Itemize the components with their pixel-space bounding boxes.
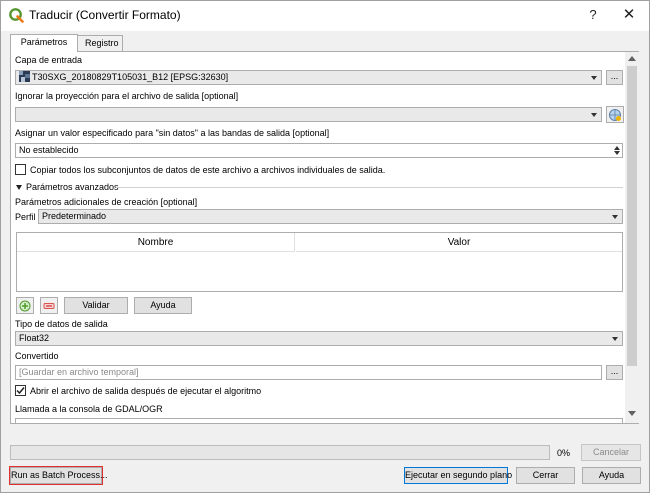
tab-parametros[interactable]: Parámetros <box>10 34 78 52</box>
remove-row-button[interactable] <box>40 297 58 314</box>
gdal-console-textbox[interactable] <box>15 418 623 423</box>
table-help-button[interactable]: Ayuda <box>134 297 192 314</box>
progress-bar <box>10 445 550 460</box>
help-button[interactable]: Ayuda <box>582 467 641 484</box>
creation-options-table[interactable]: Nombre Valor <box>16 232 623 292</box>
scroll-up-icon[interactable] <box>628 56 636 61</box>
close-button[interactable]: Cerrar <box>516 467 575 484</box>
close-title-button[interactable]: ✕ <box>617 4 641 26</box>
title-bar: Traducir (Convertir Formato) ? ✕ <box>1 1 649 31</box>
parameters-scroll-area: Capa de entrada T30SXG_20180829T105031_B… <box>11 52 625 423</box>
checkmark-icon <box>16 387 25 395</box>
output-type-value: Float32 <box>19 333 50 343</box>
tab-registro[interactable]: Registro <box>77 35 123 51</box>
output-type-select[interactable]: Float32 <box>15 331 623 346</box>
profile-label: Perfil <box>15 212 36 222</box>
raster-layer-icon <box>19 71 30 82</box>
table-header-value[interactable]: Valor <box>296 233 622 252</box>
chevron-down-icon <box>591 76 597 80</box>
ignore-projection-label: Ignorar la proyección para el archivo de… <box>15 91 239 101</box>
profile-value: Predeterminado <box>42 211 107 221</box>
input-layer-label: Capa de entrada <box>15 55 83 65</box>
input-layer-value: T30SXG_20180829T105031_B12 [EPSG:32630] <box>32 72 229 82</box>
cancel-button[interactable]: Cancelar <box>581 444 641 461</box>
spin-arrows-icon <box>613 145 620 157</box>
scrollbar-thumb[interactable] <box>627 66 637 366</box>
help-title-button[interactable]: ? <box>581 4 605 26</box>
add-icon <box>19 300 31 312</box>
copy-subdatasets-label: Copiar todos los subconjuntos de datos d… <box>30 165 386 175</box>
input-layer-browse-button[interactable]: ... <box>606 70 623 85</box>
converted-browse-button[interactable]: ... <box>606 365 623 380</box>
gdal-console-label: Llamada a la consola de GDAL/OGR <box>15 404 163 414</box>
converted-label: Convertido <box>15 351 59 361</box>
table-header-name[interactable]: Nombre <box>17 233 295 252</box>
converted-output-input[interactable]: [Guardar en archivo temporal] <box>15 365 602 380</box>
add-row-button[interactable] <box>16 297 34 314</box>
scroll-down-icon[interactable] <box>628 411 636 416</box>
remove-icon <box>43 303 55 309</box>
creation-options-label: Parámetros adicionales de creación [opti… <box>15 197 198 207</box>
section-divider <box>116 187 623 188</box>
open-output-label: Abrir el archivo de salida después de ej… <box>30 386 262 396</box>
parameters-panel: Capa de entrada T30SXG_20180829T105031_B… <box>10 51 639 424</box>
advanced-parameters-toggle[interactable]: Parámetros avanzados <box>26 182 119 192</box>
nodata-spinbox[interactable]: No establecido <box>15 143 623 158</box>
dialog-window: Traducir (Convertir Formato) ? ✕ Parámet… <box>0 0 650 493</box>
progress-percent: 0% <box>557 448 571 458</box>
chevron-down-icon <box>591 113 597 117</box>
open-output-checkbox[interactable] <box>15 385 26 396</box>
collapse-arrow-icon[interactable] <box>16 185 22 190</box>
validate-button[interactable]: Validar <box>64 297 128 314</box>
chevron-down-icon <box>612 215 618 219</box>
run-background-button[interactable]: Ejecutar en segundo plano <box>404 467 512 484</box>
nodata-label: Asignar un valor especificado para "sin … <box>15 128 330 138</box>
vertical-scrollbar[interactable] <box>625 52 639 423</box>
nodata-value: No establecido <box>19 145 79 155</box>
profile-select[interactable]: Predeterminado <box>38 209 623 224</box>
copy-subdatasets-checkbox[interactable] <box>15 164 26 175</box>
output-type-label: Tipo de datos de salida <box>15 319 108 329</box>
batch-process-button[interactable]: Run as Batch Process... <box>9 466 108 485</box>
qgis-logo-icon <box>9 8 24 23</box>
window-title: Traducir (Convertir Formato) <box>29 8 181 22</box>
globe-icon <box>609 109 621 121</box>
ignore-projection-select[interactable] <box>15 107 602 122</box>
input-layer-select[interactable]: T30SXG_20180829T105031_B12 [EPSG:32630] <box>15 70 602 85</box>
crs-select-button[interactable] <box>606 106 624 123</box>
chevron-down-icon <box>612 337 618 341</box>
